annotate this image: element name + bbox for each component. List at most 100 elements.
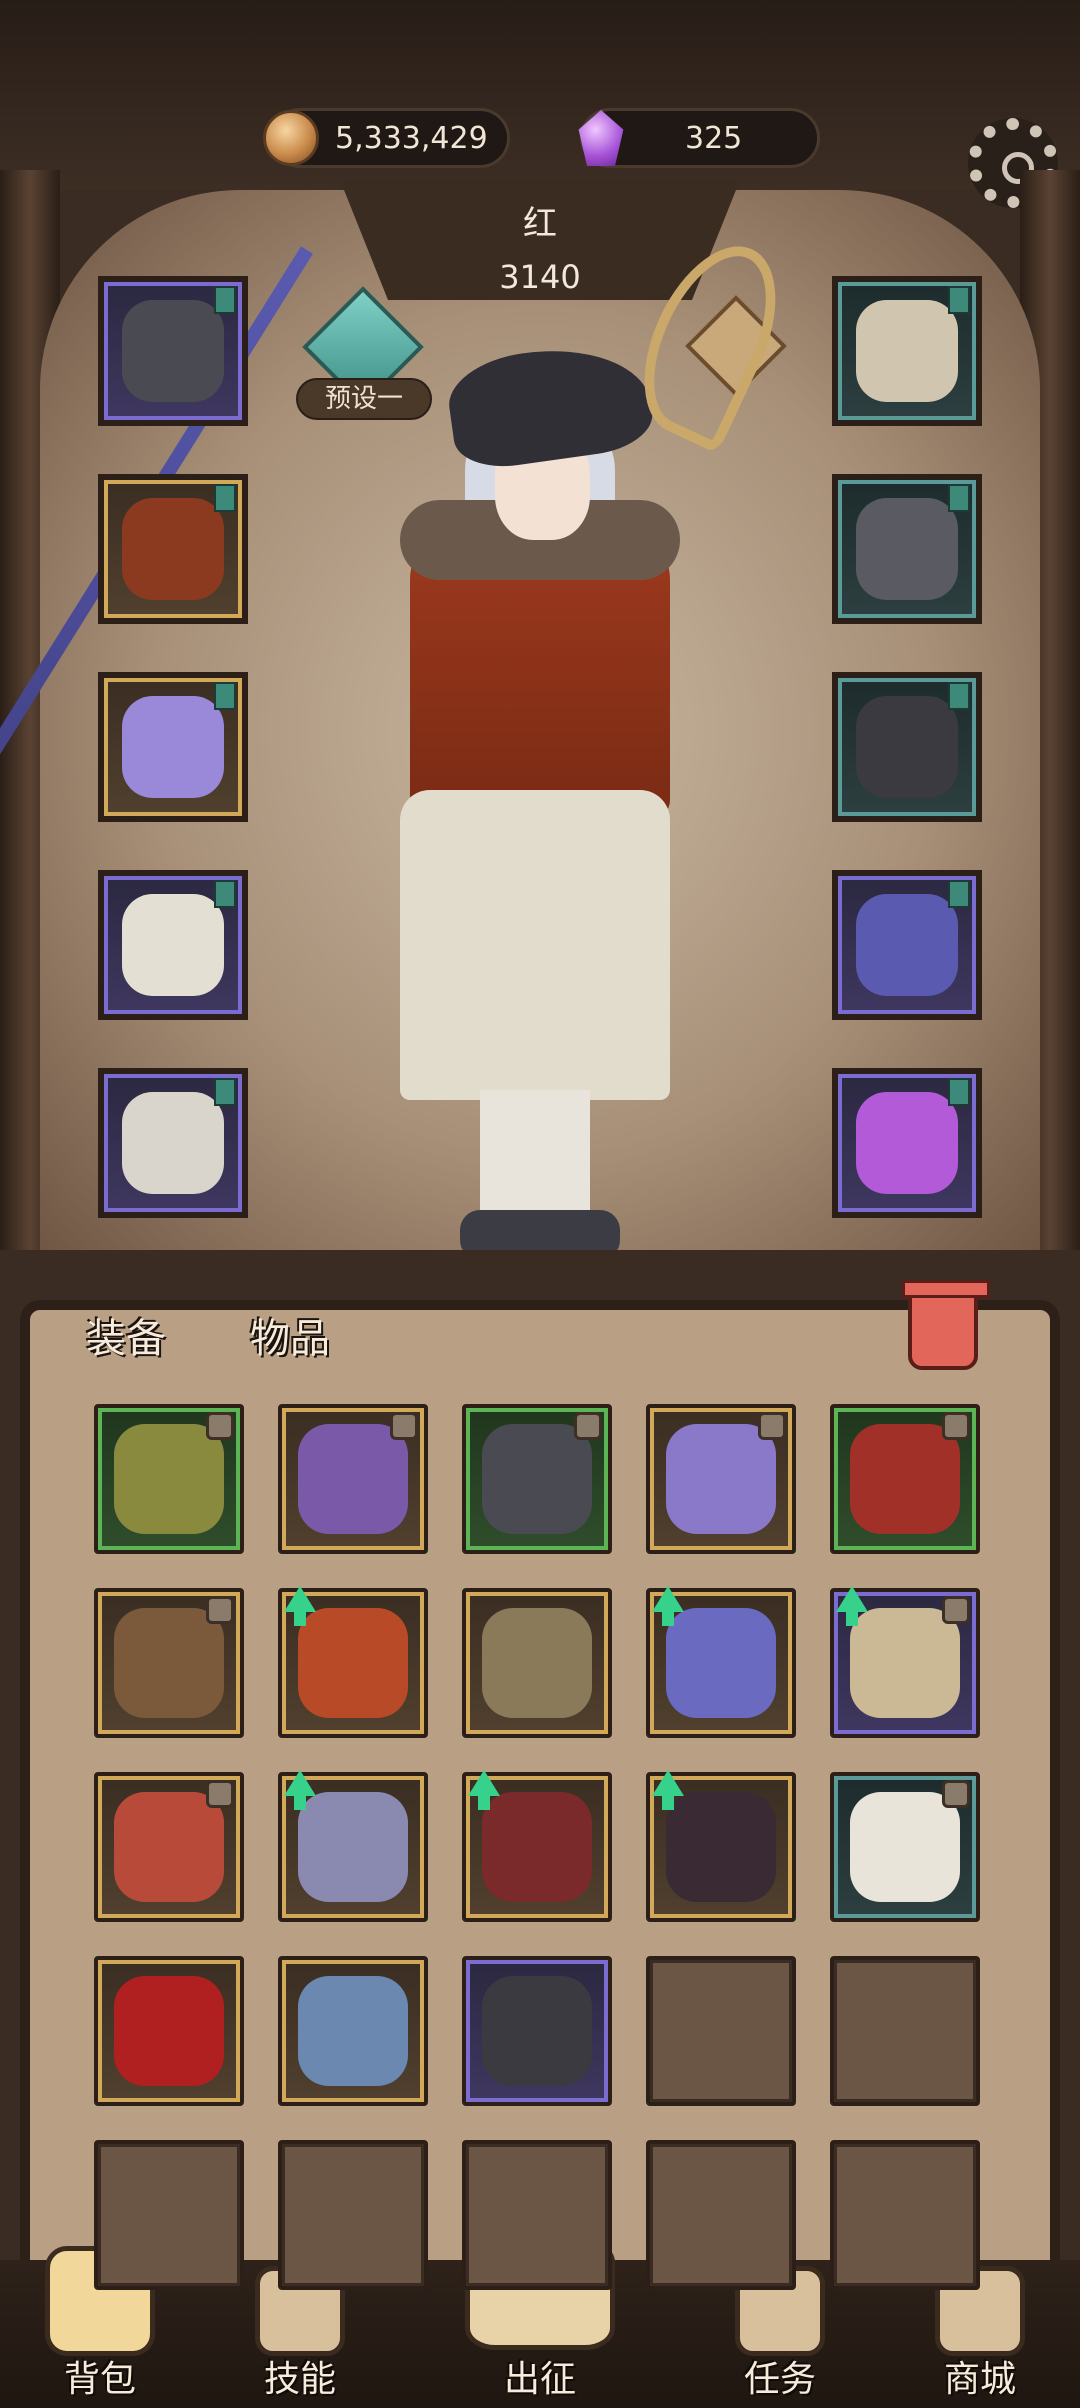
tab-equipment[interactable]: 装备 [86,1306,166,1364]
inventory-slot-empty[interactable] [830,1956,980,2106]
equip-right-slot-amulet[interactable] [832,276,982,426]
equip-left-slot-gloves[interactable] [98,672,248,822]
bracer-icon [856,696,958,798]
item-icon [482,1976,592,2086]
staff-icon [856,894,958,996]
item-icon [114,1608,224,1718]
inventory-slot[interactable] [94,1772,244,1922]
lock-icon [942,1412,970,1440]
inventory-slot[interactable] [646,1586,796,1738]
item-icon [482,1792,592,1902]
orb-icon [856,1092,958,1194]
inventory-slot[interactable] [462,1770,612,1922]
upgrade-arrow-icon [836,1586,868,1626]
equip-left-slot-coat[interactable] [98,474,248,624]
item-icon [482,1424,592,1534]
equip-left-slot-boots[interactable] [98,1068,248,1218]
item-icon [850,1608,960,1718]
game-screen: 5,333,429 325 红 3140 预设一 装备 物品 背包 技能 出征 … [0,0,1080,2408]
inventory-slot[interactable] [462,1588,612,1738]
equipped-badge-icon [948,880,970,908]
item-icon [298,1976,408,2086]
trash-icon[interactable] [902,1280,990,1370]
item-icon [666,1608,776,1718]
character-legs [480,1090,590,1230]
ring-icon [856,498,958,600]
inventory-slot[interactable] [278,1586,428,1738]
lock-icon [758,1412,786,1440]
lock-icon [574,1412,602,1440]
inventory-slot[interactable] [830,1586,980,1738]
inventory-slot[interactable] [462,1956,612,2106]
equipped-badge-icon [214,484,236,512]
inventory-slot[interactable] [94,1404,244,1554]
tab-items[interactable]: 物品 [250,1306,330,1364]
inventory-slot[interactable] [646,1770,796,1922]
nav-label: 技能 [263,2359,336,2400]
equip-right-slot-orb[interactable] [832,1068,982,1218]
boots-icon [122,1092,224,1194]
character-name: 红 [523,204,557,244]
equipped-badge-icon [214,1078,236,1106]
equipped-badge-icon [214,880,236,908]
crystal-counter: 325 [578,108,820,168]
character-skirt [400,790,670,1100]
equip-left-slot-pants[interactable] [98,870,248,1020]
character-figure [370,336,710,1290]
item-icon [850,1424,960,1534]
item-icon [482,1608,592,1718]
item-icon [666,1792,776,1902]
inventory-slot-empty[interactable] [278,2140,428,2290]
top-bar [0,0,1080,190]
inventory-slot[interactable] [94,1956,244,2106]
equip-right-slot-staff[interactable] [832,870,982,1020]
inventory-slot-empty[interactable] [94,2140,244,2290]
upgrade-arrow-icon [284,1770,316,1810]
item-icon [114,1792,224,1902]
lock-icon [942,1596,970,1624]
inventory-slot-empty[interactable] [462,2140,612,2290]
equipped-badge-icon [948,484,970,512]
item-icon [114,1976,224,2086]
inventory-slot[interactable] [278,1956,428,2106]
item-icon [298,1424,408,1534]
equip-right-slot-bracer[interactable] [832,672,982,822]
character-hat [443,336,657,474]
nav-label: 商城 [943,2359,1016,2400]
upgrade-arrow-icon [652,1770,684,1810]
inventory-slot[interactable] [646,1404,796,1554]
inventory-slot[interactable] [278,1770,428,1922]
inventory-slot-empty[interactable] [830,2140,980,2290]
item-icon [298,1792,408,1902]
inventory-slot[interactable] [94,1588,244,1738]
equipped-badge-icon [214,286,236,314]
inventory-slot[interactable] [830,1772,980,1922]
coat-icon [122,498,224,600]
coin-counter: 5,333,429 [263,108,510,168]
amulet-icon [856,300,958,402]
inventory-slot-empty[interactable] [646,1956,796,2106]
coin-amount: 5,333,429 [335,120,488,156]
equip-left-slot-hat[interactable] [98,276,248,426]
gloves-icon [122,696,224,798]
item-icon [298,1608,408,1718]
pants-icon [122,894,224,996]
equipped-badge-icon [214,682,236,710]
equipped-badge-icon [948,286,970,314]
inventory-slot-empty[interactable] [646,2140,796,2290]
lock-icon [206,1412,234,1440]
lock-icon [206,1780,234,1808]
lock-icon [942,1780,970,1808]
upgrade-arrow-icon [468,1770,500,1810]
upgrade-arrow-icon [284,1586,316,1626]
item-icon [666,1424,776,1534]
equip-right-slot-ring[interactable] [832,474,982,624]
upgrade-arrow-icon [652,1586,684,1626]
crystal-amount: 325 [685,120,743,156]
inventory-slot[interactable] [278,1404,428,1554]
equipped-badge-icon [948,1078,970,1106]
nav-label: 出征 [503,2359,576,2400]
inventory-slot[interactable] [830,1404,980,1554]
inventory-slot[interactable] [462,1404,612,1554]
equipped-badge-icon [948,682,970,710]
